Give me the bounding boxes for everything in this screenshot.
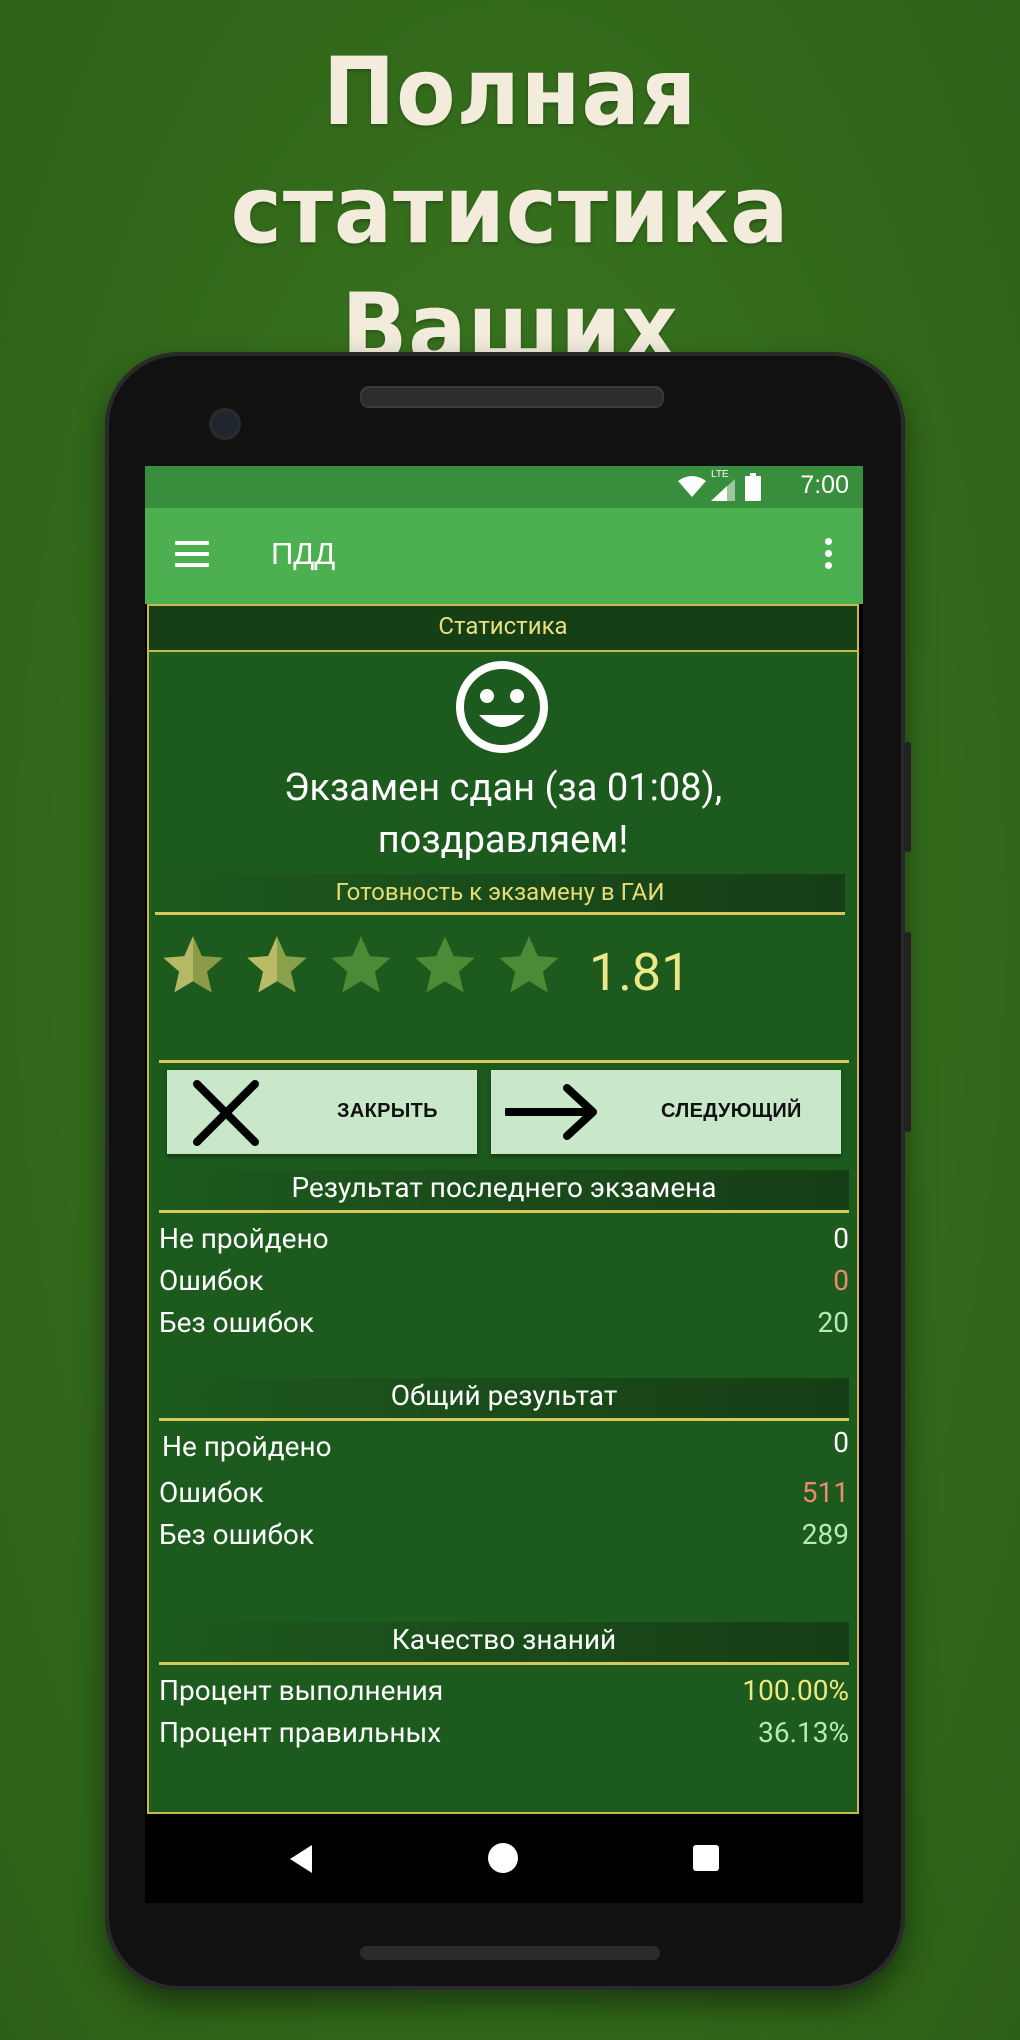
row-value: 0 bbox=[833, 1222, 849, 1255]
divider bbox=[159, 1060, 849, 1063]
last-exam-title: Результат последнего экзамена bbox=[159, 1170, 849, 1213]
star-icon bbox=[331, 936, 391, 993]
row-label: Ошибок bbox=[159, 1476, 264, 1509]
next-button-label: СЛЕДУЮЩИЙ bbox=[661, 1100, 802, 1122]
phone-frame: LTE 7:00 ПДД Статистика Экзамен сдан (за… bbox=[105, 352, 911, 1990]
exam-result-line-2: поздравляем! bbox=[377, 818, 629, 862]
star-icon bbox=[163, 936, 223, 993]
quality-title: Качество знаний bbox=[159, 1622, 849, 1665]
readiness-title: Готовность к экзамену в ГАИ bbox=[155, 874, 845, 915]
star-icon bbox=[499, 936, 559, 993]
row-value: 0 bbox=[833, 1426, 849, 1459]
row-value: 36.13% bbox=[758, 1716, 849, 1749]
row-value: 511 bbox=[801, 1476, 849, 1509]
statistics-header: Статистика bbox=[149, 604, 857, 652]
next-button[interactable]: СЛЕДУЮЩИЙ bbox=[491, 1070, 841, 1154]
statistics-panel: Статистика Экзамен сдан (за 01:08), позд… bbox=[147, 604, 859, 1814]
star-icon bbox=[247, 936, 307, 993]
quality-row: Процент правильных 36.13% bbox=[159, 1716, 849, 1756]
close-button-label: ЗАКРЫТЬ bbox=[337, 1100, 438, 1122]
row-label: Процент выполнения bbox=[159, 1674, 444, 1707]
overall-row: Не пройдено 0 bbox=[159, 1426, 849, 1470]
close-icon bbox=[193, 1080, 259, 1146]
last-exam-row: Без ошибок 20 bbox=[159, 1306, 849, 1346]
close-button[interactable]: ЗАКРЫТЬ bbox=[167, 1070, 477, 1154]
volume-button bbox=[904, 932, 911, 1132]
app-title: ПДД bbox=[271, 536, 336, 571]
rating-stars bbox=[159, 932, 579, 1012]
home-icon[interactable] bbox=[488, 1843, 518, 1873]
row-label: Без ошибок bbox=[159, 1306, 315, 1339]
smiley-face-icon bbox=[456, 661, 548, 753]
battery-icon bbox=[745, 473, 761, 501]
overall-row: Ошибок 511 bbox=[159, 1476, 849, 1516]
row-value: 289 bbox=[801, 1518, 849, 1551]
row-label: Процент правильных bbox=[159, 1716, 442, 1749]
bottom-speaker bbox=[360, 1946, 660, 1960]
status-time: 7:00 bbox=[800, 471, 849, 499]
hamburger-menu-icon[interactable] bbox=[175, 541, 209, 569]
signal-icon bbox=[711, 479, 735, 501]
recent-apps-icon[interactable] bbox=[693, 1845, 719, 1871]
overall-row: Без ошибок 289 bbox=[159, 1518, 849, 1558]
exam-result-line-1: Экзамен сдан (за 01:08), bbox=[283, 766, 723, 810]
arrow-right-icon bbox=[505, 1084, 597, 1140]
row-label: Не пройдено bbox=[159, 1222, 329, 1255]
row-value: 0 bbox=[833, 1264, 849, 1297]
earpiece-speaker bbox=[360, 386, 664, 408]
row-label: Без ошибок bbox=[159, 1518, 315, 1551]
exam-result-message: Экзамен сдан (за 01:08), поздравляем! bbox=[149, 762, 857, 866]
row-value: 100.00% bbox=[742, 1674, 849, 1707]
front-camera-icon bbox=[209, 408, 241, 440]
overflow-menu-icon[interactable] bbox=[825, 538, 833, 574]
quality-row: Процент выполнения 100.00% bbox=[159, 1674, 849, 1714]
star-icon bbox=[415, 936, 475, 993]
wifi-icon bbox=[678, 476, 706, 497]
status-bar: LTE 7:00 bbox=[145, 466, 863, 508]
navigation-bar bbox=[145, 1814, 863, 1903]
app-bar: ПДД bbox=[145, 508, 863, 604]
row-label: Не пройдено bbox=[162, 1430, 332, 1463]
last-exam-row: Ошибок 0 bbox=[159, 1264, 849, 1304]
overall-title: Общий результат bbox=[159, 1378, 849, 1421]
screen: LTE 7:00 ПДД Статистика Экзамен сдан (за… bbox=[145, 466, 863, 1903]
last-exam-row: Не пройдено 0 bbox=[159, 1222, 849, 1262]
rating-score: 1.81 bbox=[589, 942, 691, 1003]
back-icon[interactable] bbox=[288, 1844, 314, 1874]
row-label: Ошибок bbox=[159, 1264, 264, 1297]
power-button bbox=[904, 742, 911, 852]
row-value: 20 bbox=[817, 1306, 849, 1339]
headline-line-1: Полная статистика bbox=[230, 38, 790, 265]
